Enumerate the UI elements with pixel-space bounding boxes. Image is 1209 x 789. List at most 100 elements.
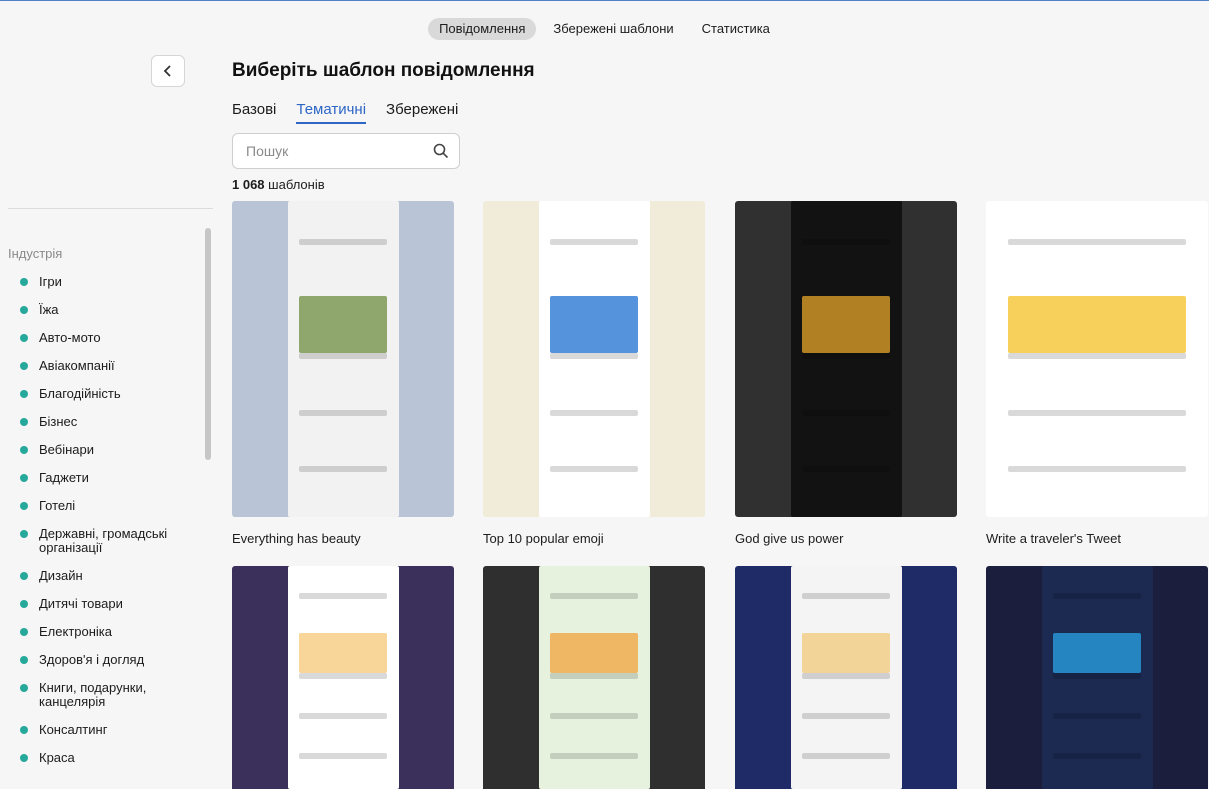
preview-line <box>1008 409 1186 416</box>
preview-line <box>801 409 891 416</box>
industry-item[interactable]: Благодійність <box>20 387 205 401</box>
template-type-tabs: Базові Тематичні Збережені <box>232 101 458 124</box>
industry-item[interactable]: Консалтинг <box>20 723 205 737</box>
bullet-dot-icon <box>20 754 28 762</box>
preview-line <box>1008 238 1186 245</box>
template-count-number: 1 068 <box>232 177 265 192</box>
industry-item-label: Дизайн <box>39 568 83 583</box>
preview-line <box>801 238 891 245</box>
industry-item[interactable]: Дизайн <box>20 569 205 583</box>
sidebar-scrollbar[interactable] <box>205 228 211 460</box>
template-name: God give us power <box>735 531 844 546</box>
bullet-dot-icon <box>20 572 28 580</box>
template-thumbnail <box>735 566 957 789</box>
bullet-dot-icon <box>20 530 28 538</box>
template-name: Everything has beauty <box>232 531 361 546</box>
template-preview <box>1041 566 1153 789</box>
tab-saved-templates[interactable]: Збережені шаблони <box>542 18 684 40</box>
bullet-dot-icon <box>20 628 28 636</box>
preview-line <box>298 673 388 680</box>
industry-item[interactable]: Книги, подарунки, канцелярія <box>20 681 205 709</box>
preview-line <box>801 466 891 473</box>
industry-item[interactable]: Авіакомпанії <box>20 359 205 373</box>
template-card[interactable]: Write a traveler's Tweet <box>986 201 1208 546</box>
industry-item[interactable]: Ігри <box>20 275 205 289</box>
preview-line <box>801 713 891 720</box>
search-input[interactable] <box>246 143 433 159</box>
preview-line <box>549 466 639 473</box>
sidebar-divider <box>8 208 213 209</box>
industry-item-label: Ігри <box>39 274 62 289</box>
tab-saved[interactable]: Збережені <box>386 101 458 124</box>
industry-item-label: Консалтинг <box>39 722 108 737</box>
template-thumbnail <box>986 566 1208 789</box>
template-preview <box>287 566 399 789</box>
industry-item[interactable]: Вебінари <box>20 443 205 457</box>
top-accent-line <box>0 0 1209 10</box>
page-title: Виберіть шаблон повідомлення <box>232 60 535 81</box>
industry-item[interactable]: Готелі <box>20 499 205 513</box>
industry-item[interactable]: Гаджети <box>20 471 205 485</box>
industry-item-label: Авто-мото <box>39 330 101 345</box>
tab-messages[interactable]: Повідомлення <box>428 18 537 40</box>
preview-line <box>298 238 388 245</box>
industry-item[interactable]: Електроніка <box>20 625 205 639</box>
bullet-dot-icon <box>20 418 28 426</box>
preview-line <box>298 632 388 674</box>
preview-line <box>298 409 388 416</box>
bullet-dot-icon <box>20 306 28 314</box>
preview-line <box>801 592 891 599</box>
template-preview <box>538 201 650 517</box>
search-box <box>232 133 460 169</box>
template-card[interactable]: God give us power <box>735 201 957 546</box>
template-thumbnail <box>232 201 454 517</box>
preview-line <box>298 295 388 353</box>
industry-item-label: Їжа <box>39 302 59 317</box>
back-button[interactable] <box>151 55 185 87</box>
template-card[interactable] <box>986 566 1208 789</box>
preview-line <box>1052 673 1142 680</box>
bullet-dot-icon <box>20 474 28 482</box>
industry-item-label: Здоров'я і догляд <box>39 652 145 667</box>
industry-item[interactable]: Авто-мото <box>20 331 205 345</box>
template-card[interactable]: Top 10 popular emoji <box>483 201 705 546</box>
bullet-dot-icon <box>20 600 28 608</box>
preview-line <box>1052 632 1142 674</box>
preview-line <box>1052 753 1142 760</box>
preview-line <box>549 592 639 599</box>
preview-line <box>549 713 639 720</box>
preview-line <box>801 753 891 760</box>
template-name: Write a traveler's Tweet <box>986 531 1121 546</box>
industry-item[interactable]: Здоров'я і догляд <box>20 653 205 667</box>
template-card[interactable] <box>232 566 454 789</box>
template-card[interactable] <box>735 566 957 789</box>
industry-item[interactable]: Державні, громадські організації <box>20 527 205 555</box>
search-icon[interactable] <box>433 143 449 159</box>
industry-filter-list: Ігри Їжа Авто-мото Авіакомпанії Благодій… <box>20 275 205 779</box>
template-preview <box>790 201 902 517</box>
preview-line <box>801 352 891 359</box>
industry-item[interactable]: Дитячі товари <box>20 597 205 611</box>
tab-basic[interactable]: Базові <box>232 101 276 124</box>
industry-item[interactable]: Бізнес <box>20 415 205 429</box>
template-thumbnail <box>735 201 957 517</box>
template-name: Top 10 popular emoji <box>483 531 604 546</box>
bullet-dot-icon <box>20 362 28 370</box>
template-preview <box>538 566 650 789</box>
industry-item-label: Державні, громадські організації <box>39 526 168 555</box>
industry-item[interactable]: Краса <box>20 751 205 765</box>
industry-item-label: Бізнес <box>39 414 78 429</box>
bullet-dot-icon <box>20 502 28 510</box>
preview-line <box>298 713 388 720</box>
template-card[interactable] <box>483 566 705 789</box>
tab-thematic[interactable]: Тематичні <box>296 101 367 124</box>
preview-line <box>549 753 639 760</box>
template-card[interactable]: Everything has beauty <box>232 201 454 546</box>
bullet-dot-icon <box>20 390 28 398</box>
preview-line <box>549 295 639 353</box>
industry-item[interactable]: Їжа <box>20 303 205 317</box>
preview-line <box>1008 295 1186 353</box>
industry-item-label: Вебінари <box>39 442 94 457</box>
tab-statistics[interactable]: Статистика <box>691 18 781 40</box>
preview-line <box>801 295 891 353</box>
